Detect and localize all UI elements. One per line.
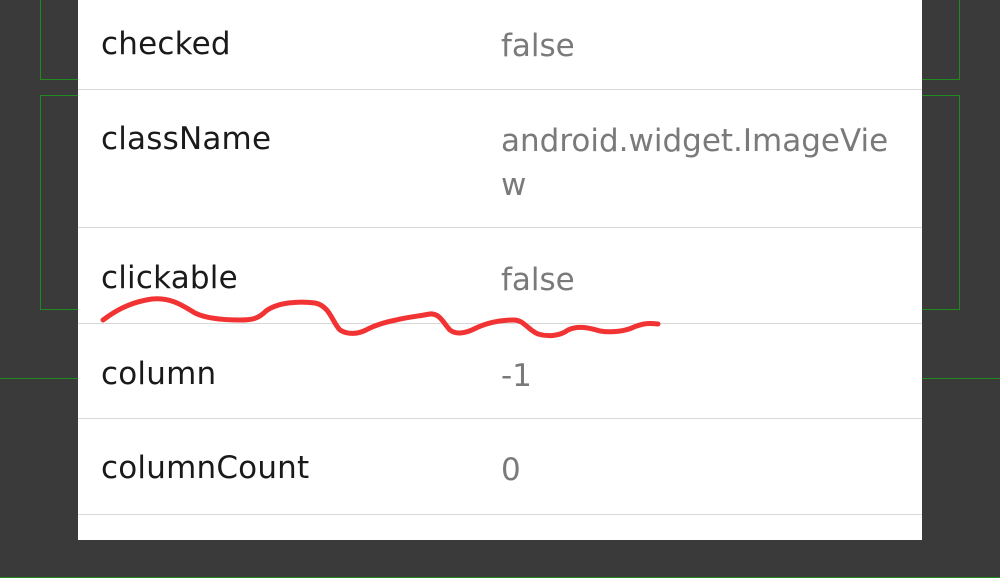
property-value: false — [501, 262, 575, 298]
property-value: 0 — [501, 452, 521, 488]
property-row-column[interactable]: column -1 — [78, 324, 922, 419]
property-name: columnCount — [101, 450, 310, 486]
property-name: clickable — [101, 260, 238, 296]
property-name: checked — [101, 26, 231, 62]
properties-panel: checked false className android.widget.I… — [78, 0, 922, 540]
property-name: className — [101, 121, 272, 157]
property-value: -1 — [501, 358, 532, 394]
property-name: column — [101, 356, 217, 392]
property-value: false — [501, 28, 575, 64]
property-row-columncount[interactable]: columnCount 0 — [78, 419, 922, 515]
property-row-classname[interactable]: className android.widget.ImageView — [78, 90, 922, 228]
property-value: android.widget.ImageView — [501, 123, 889, 203]
property-row-checked[interactable]: checked false — [78, 0, 922, 90]
property-row-clickable[interactable]: clickable false — [78, 228, 922, 324]
property-row-partial[interactable] — [78, 515, 922, 540]
